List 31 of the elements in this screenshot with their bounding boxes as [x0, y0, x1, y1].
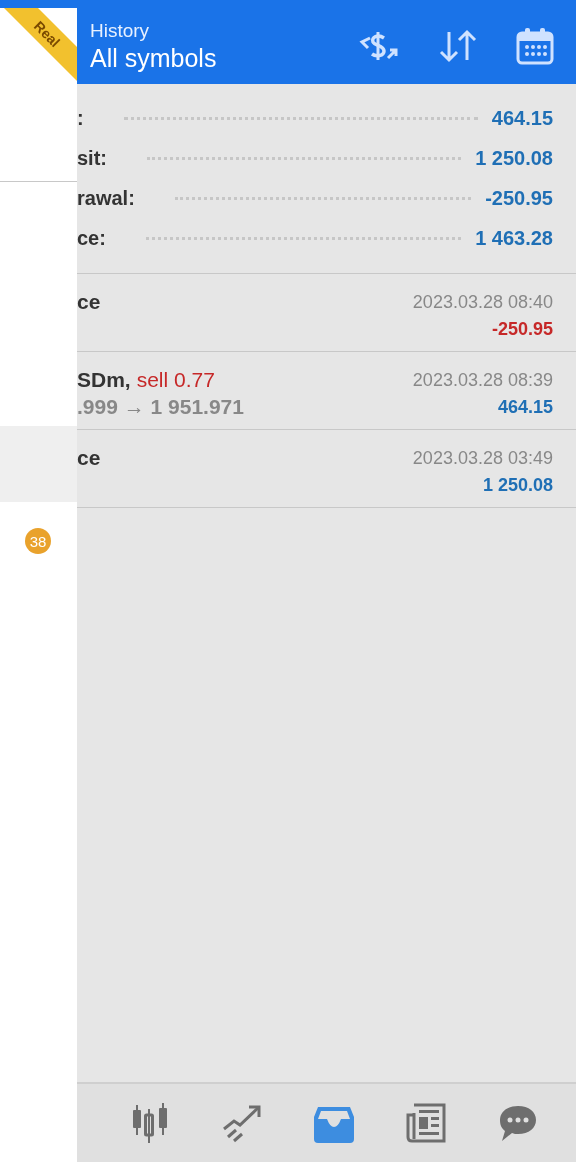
- summary-value: 1 250.08: [475, 146, 553, 170]
- history-row[interactable]: ce 2023.03.28 08:40 -250.95: [77, 274, 576, 352]
- deal-time: 2023.03.28 08:40: [412, 291, 553, 314]
- trend-chart-icon[interactable]: [222, 1103, 262, 1143]
- sort-icon[interactable]: [438, 28, 478, 64]
- newspaper-icon[interactable]: [406, 1103, 446, 1143]
- summary-label: :: [77, 106, 84, 130]
- summary-label: rawal:: [77, 186, 135, 210]
- symbol-filter[interactable]: All symbols: [90, 43, 356, 73]
- deal-type: sell 0.77: [136, 367, 215, 393]
- deal-title: ce: [77, 445, 101, 471]
- deal-time: 2023.03.28 03:49: [412, 447, 553, 470]
- history-row[interactable]: ce 2023.03.28 03:49 1 250.08: [77, 430, 576, 508]
- summary-value: 1 463.28: [475, 226, 553, 250]
- deal-title: ce: [77, 289, 101, 315]
- price-range: .999 → 1 951.971: [77, 394, 245, 420]
- screen-title: History: [90, 19, 151, 42]
- deal-amount: 1 250.08: [482, 474, 553, 497]
- summary-label: ce:: [77, 226, 106, 250]
- candlestick-chart-icon[interactable]: [130, 1103, 170, 1143]
- deal-amount: -250.95: [491, 318, 553, 341]
- summary-value: -250.95: [485, 186, 553, 210]
- chat-icon[interactable]: [498, 1103, 538, 1143]
- deal-amount: 464.15: [497, 396, 553, 419]
- summary-value: 464.15: [491, 106, 553, 130]
- count-badge: 38: [25, 528, 51, 554]
- calendar-icon[interactable]: [516, 27, 554, 65]
- summary-label: sit:: [77, 146, 107, 170]
- deal-title: SDm,: [77, 367, 131, 393]
- deal-time: 2023.03.28 08:39: [412, 369, 553, 392]
- history-row[interactable]: SDm, sell 0.77 .999 → 1 951.971 2023.03.28 08:39 464.15: [77, 352, 576, 430]
